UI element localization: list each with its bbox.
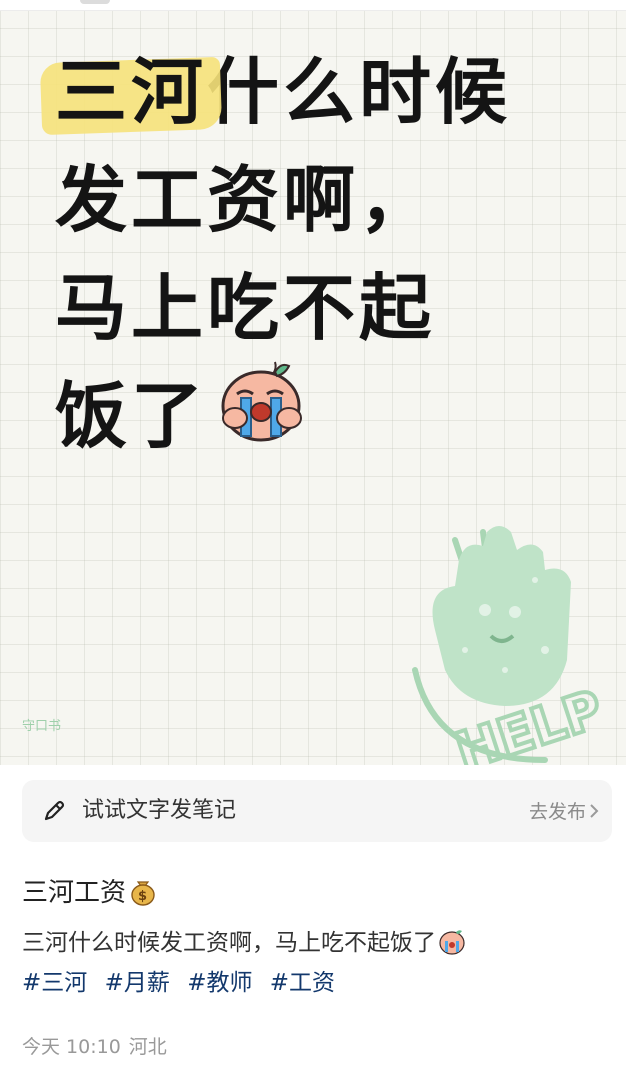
go-publish-link[interactable]: 去发布 <box>529 800 586 824</box>
image-edge-nub <box>80 0 110 4</box>
headline-line-4: 饭了 <box>55 361 595 475</box>
note-title: 三河工资 $ <box>22 875 158 916</box>
post-location: 河北 <box>128 1036 167 1058</box>
post-image[interactable]: 三河什么时候 发工资啊， 马上吃不起 饭了 HELP 守口书 <box>0 0 626 765</box>
tag-link[interactable]: #三河 <box>22 970 87 996</box>
crying-face-icon <box>215 354 307 475</box>
svg-text:$: $ <box>138 889 147 904</box>
previous-image-edge <box>0 0 626 11</box>
note-title-text: 三河工资 <box>22 878 127 908</box>
post-date: 今天 10:10 <box>22 1036 121 1058</box>
headline-line-3: 马上吃不起 <box>55 266 436 350</box>
headline-highlight: 三河 <box>55 38 207 146</box>
text-note-prompt-bar[interactable]: 试试文字发笔记 去发布 <box>22 780 612 842</box>
post-headline: 三河什么时候 发工资啊， 马上吃不起 饭了 <box>55 38 595 475</box>
small-logo-mark: 守口书 <box>22 716 82 738</box>
tag-link[interactable]: #工资 <box>270 970 335 996</box>
tag-link[interactable]: #教师 <box>187 970 252 996</box>
note-body-text: 三河什么时候发工资啊，马上吃不起饭了 <box>22 930 436 956</box>
note-body: 三河什么时候发工资啊，马上吃不起饭了 <box>22 926 466 965</box>
pencil-icon <box>44 800 65 821</box>
small-logo-text: 守口书 <box>22 719 61 734</box>
headline-line-1-rest: 什么时候 <box>207 50 512 134</box>
headline-line-4-text: 饭了 <box>55 374 208 458</box>
headline-line-2: 发工资啊， <box>55 158 436 242</box>
note-detail-page: 三河什么时候 发工资啊， 马上吃不起 饭了 HELP 守口书 试试文字发笔记 去… <box>0 0 626 1081</box>
post-meta: 今天 10:10 河北 <box>22 1034 167 1060</box>
chevron-right-icon <box>590 804 599 818</box>
money-bag-icon: $ <box>128 876 158 916</box>
crying-face-small-icon <box>438 927 466 965</box>
headline-line-1: 三河什么时候 <box>55 38 595 146</box>
text-note-hint: 试试文字发笔记 <box>82 798 237 823</box>
tag-list: #三河 #月薪 #教师 #工资 <box>22 966 345 1000</box>
headline-highlight-text: 三河 <box>55 50 208 134</box>
tag-link[interactable]: #月薪 <box>105 970 170 996</box>
help-stamp-illustration: HELP <box>395 520 626 765</box>
